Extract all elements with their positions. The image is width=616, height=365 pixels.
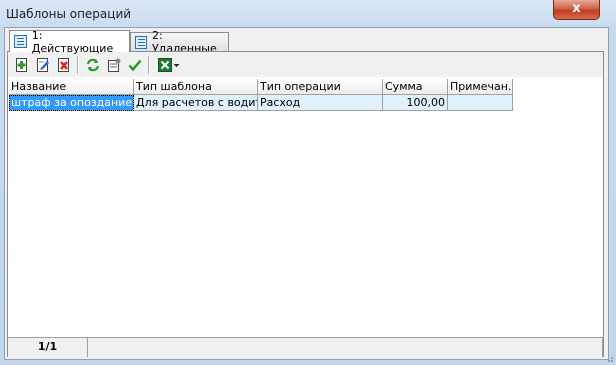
window: Шаблоны операций x 1: Действующие 2: Уда… xyxy=(0,0,616,365)
apply-button[interactable] xyxy=(124,55,145,75)
list-icon xyxy=(135,35,148,49)
client-area: 1: Действующие 2: Удаленные Название Тип… xyxy=(4,27,609,360)
properties-icon xyxy=(107,58,120,72)
toolbar-separator xyxy=(148,55,150,74)
excel-export-icon xyxy=(157,57,172,72)
page-indicator: 1/1 xyxy=(8,338,88,357)
edit-button[interactable] xyxy=(32,55,53,75)
add-button[interactable] xyxy=(11,55,32,75)
tab-deleted[interactable]: 2: Удаленные xyxy=(130,29,229,55)
tab-active-label: 1: Действующие xyxy=(31,28,114,55)
grid-header: Название Тип шаблона Тип операции Сумма … xyxy=(9,79,513,95)
checkmark-icon xyxy=(128,59,141,71)
resize-grip-icon[interactable] xyxy=(604,353,614,363)
list-icon xyxy=(14,35,27,48)
table-cell[interactable]: штраф за опоздание ... xyxy=(9,95,134,111)
add-icon xyxy=(15,57,27,72)
window-title: Шаблоны операций xyxy=(6,7,132,21)
toolbar-separator xyxy=(77,55,79,74)
table-row[interactable]: штраф за опоздание ... Для расчетов с во… xyxy=(9,95,513,111)
toolbar xyxy=(8,52,603,77)
tab-active[interactable]: 1: Действующие xyxy=(9,28,130,55)
status-empty xyxy=(88,338,603,357)
refresh-icon xyxy=(86,58,99,71)
column-header-note[interactable]: Примечан... xyxy=(448,79,513,95)
title-bar: Шаблоны операций x xyxy=(0,0,616,26)
properties-button[interactable] xyxy=(103,55,124,75)
column-header-template-type[interactable]: Тип шаблона xyxy=(134,79,258,95)
refresh-button[interactable] xyxy=(82,55,103,75)
chevron-down-icon xyxy=(173,63,179,67)
column-header-operation-type[interactable]: Тип операции xyxy=(258,79,383,95)
export-excel-button[interactable] xyxy=(153,55,185,75)
data-grid: Название Тип шаблона Тип операции Сумма … xyxy=(9,79,602,329)
delete-icon xyxy=(57,57,69,72)
tab-strip: 1: Действующие 2: Удаленные xyxy=(7,28,604,55)
close-button[interactable]: x xyxy=(553,0,600,20)
status-bar: 1/1 xyxy=(8,337,603,357)
table-cell[interactable] xyxy=(448,95,513,111)
table-cell[interactable]: Расход xyxy=(258,95,383,111)
table-cell[interactable]: 100,00 xyxy=(383,95,448,111)
tab-panel: Название Тип шаблона Тип операции Сумма … xyxy=(7,51,604,357)
table-cell[interactable]: Для расчетов с водит... xyxy=(134,95,258,111)
column-header-name[interactable]: Название xyxy=(9,79,134,95)
close-icon: x xyxy=(572,1,581,16)
delete-button[interactable] xyxy=(53,55,74,75)
column-header-amount[interactable]: Сумма xyxy=(383,79,448,95)
edit-icon xyxy=(36,57,49,72)
